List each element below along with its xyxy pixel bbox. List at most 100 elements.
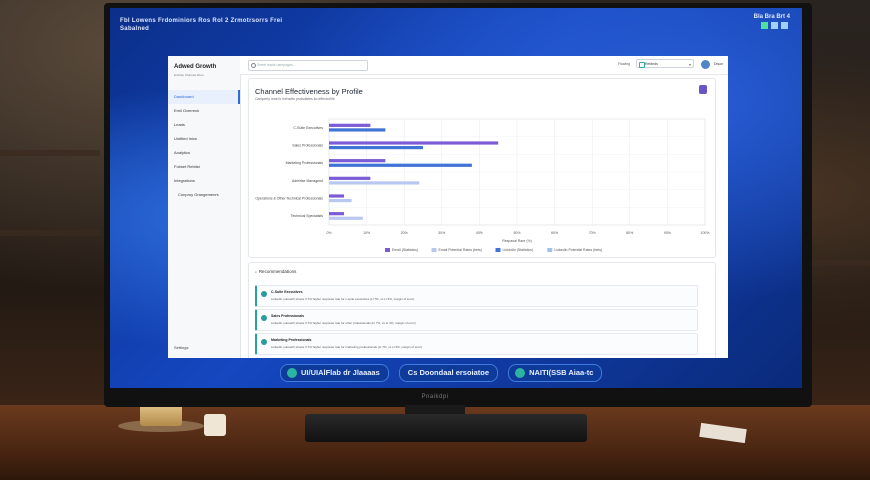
bar [329,123,371,127]
search-placeholder: Seeet leads uampagns... [257,63,296,67]
tray-icons [761,22,788,29]
chart-card: Channel Effectiveness by Profile Camperi… [248,78,716,258]
user-name[interactable]: Dtson [714,62,723,66]
taskbar-item[interactable]: NAITI(SSB Aiaa-tc [508,364,603,382]
monitor-brand: Pnaikdpi [421,394,449,400]
app-icon [287,368,297,378]
x-tick-label: 50% [513,231,520,235]
chevron-down-icon: ▾ [688,62,691,67]
taskbar-item-label: UI/UIAlFlab dr Jlaaaas [301,368,380,377]
sidebar-item[interactable]: Emil Overreck [168,104,240,118]
y-category-label: Sales Professionals [292,144,323,148]
screen-header-right: Bla Bra Brt 4 [753,14,790,20]
sidebar-item-leads[interactable]: Leads [168,118,240,132]
recommendation-item[interactable]: C-Sulte Executives LinkedIn outreach sho… [255,285,698,307]
legend-label: LinkedIn (Statistics) [503,248,534,252]
screen-header-line: Sabalned [120,26,150,32]
sidebar-item[interactable]: Conproy Grangemenrs [168,188,240,202]
sidebar-item-settings[interactable]: Settings [174,345,188,350]
bar [329,163,472,167]
top-bar: Seeet leads uampagns... Fiowing Rebinds … [240,56,728,75]
app-icon [515,368,526,378]
recommendations-title: Recommendations [255,269,297,274]
legend-swatch [495,248,501,252]
view-select-value: Rebinds [645,62,658,66]
view-select[interactable]: Rebinds ▾ [636,59,694,68]
y-category-label: C-Sulte Executives [293,126,323,130]
app-window: Adwed Growth Ensrsle Channel Zone Dashbo… [168,56,728,358]
taskbar-item-label: Cs Doondaal ersoiatoe [407,368,490,377]
info-icon [261,291,267,297]
bar [329,194,345,198]
recommendation-name: Sales Professionals [271,314,305,318]
bar [329,128,386,132]
legend-swatch [385,248,390,252]
y-category-label: Marketing Professionals [286,161,324,165]
search-input[interactable]: Seeet leads uampagns... [248,60,368,71]
app-subtitle: Ensrsle Channel Zone [174,73,204,77]
legend-label: Email (Statistics) [392,248,418,252]
x-tick-label: 20% [401,231,408,235]
x-tick-label: 80% [626,231,633,235]
x-tick-label: 100% [701,231,710,235]
y-category-label: Operations & Other Technical Professiona… [255,197,323,201]
bar [329,146,423,150]
taskbar-item-label: NAITI(SSB Aiaa-tc [529,368,594,377]
monitor-stand-base [305,414,587,442]
search-icon [251,63,256,68]
main-content: Channel Effectiveness by Profile Camperi… [248,78,716,358]
recommendation-item[interactable]: Sales Professionals LinkedIn outreach sh… [255,309,698,331]
x-tick-label: 60% [551,231,558,235]
sidebar-item[interactable]: Fobset Rebitst [168,160,240,174]
legend-label: Email Potential Rates (bets) [439,248,482,252]
sidebar-item-dashboard[interactable]: Dashboard [168,90,240,104]
tray-icon[interactable] [781,22,788,29]
recommendation-text: LinkedIn outreach shows 3.7% higher resp… [271,297,415,301]
recommendation-text: LinkedIn outreach shows 3.7% higher resp… [271,321,416,325]
recommendation-name: Marketing Professionals [271,338,312,342]
sidebar-item-analytics[interactable]: Analytics [168,146,240,160]
sidebar-nav: Dashboard Emil Overreck Leads Untified I… [168,90,240,202]
view-label: Fiowing [618,62,631,66]
legend-label: LinkedIn Potential Rates (bets) [554,248,602,252]
shelf [0,150,100,156]
avatar[interactable] [701,60,710,69]
bar [329,181,420,185]
x-tick-label: 0% [326,231,331,235]
taskbar-item[interactable]: Cs Doondaal ersoiatoe [398,364,499,382]
x-tick-label: 90% [664,231,671,235]
bar [329,199,352,203]
bar [329,176,371,180]
bar-chart: 0% 10% 20% 30% 40% 50% 60% 70% 80% 90% 100% C-Sulte… [255,118,710,252]
x-tick-label: 70% [589,231,596,235]
y-category-label: Technical Specialists [291,214,324,218]
x-tick-label: 30% [438,231,445,235]
bar [329,212,345,216]
x-tick-label: 10% [363,231,370,235]
y-category-label: Admirise Managerst [292,179,323,183]
legend-swatch [431,248,437,252]
tray-icon[interactable] [761,22,768,29]
taskbar: UI/UIAlFlab dr Jlaaaas Cs Doondaal ersoi… [280,364,603,382]
info-icon [261,315,267,321]
recommendation-name: C-Sulte Executives [271,290,303,294]
x-axis-label: Respasal Rare (%) [502,239,532,243]
cup [204,414,226,436]
bar [329,159,386,163]
x-tick-label: 40% [476,231,483,235]
recommendation-item[interactable]: Marketing Professionals LinkedIn outreac… [255,333,698,355]
bar [329,216,363,220]
recommendation-text: LinkedIn outreach shows 3.7% higher resp… [271,345,423,349]
tray-icon[interactable] [771,22,778,29]
taskbar-item[interactable]: UI/UIAlFlab dr Jlaaaas [280,364,389,382]
legend-swatch [547,248,553,252]
info-icon [261,339,267,345]
sidebar: Adwed Growth Ensrsle Channel Zone Dashbo… [168,56,241,358]
sidebar-item[interactable]: Untified Inics [168,132,240,146]
shelf [0,230,100,236]
sidebar-item-integrations[interactable]: Integrations [168,174,240,188]
shelf [812,260,870,266]
monitor-screen: Fbl Lowens Frdominiors Ros Rol 2 Zrmotrs… [110,8,802,388]
recommendations-panel: Recommendations C-Sulte Executives Linke… [248,262,716,358]
screen-header-line: Fbl Lowens Frdominiors Ros Rol 2 Zrmotrs… [120,18,283,24]
